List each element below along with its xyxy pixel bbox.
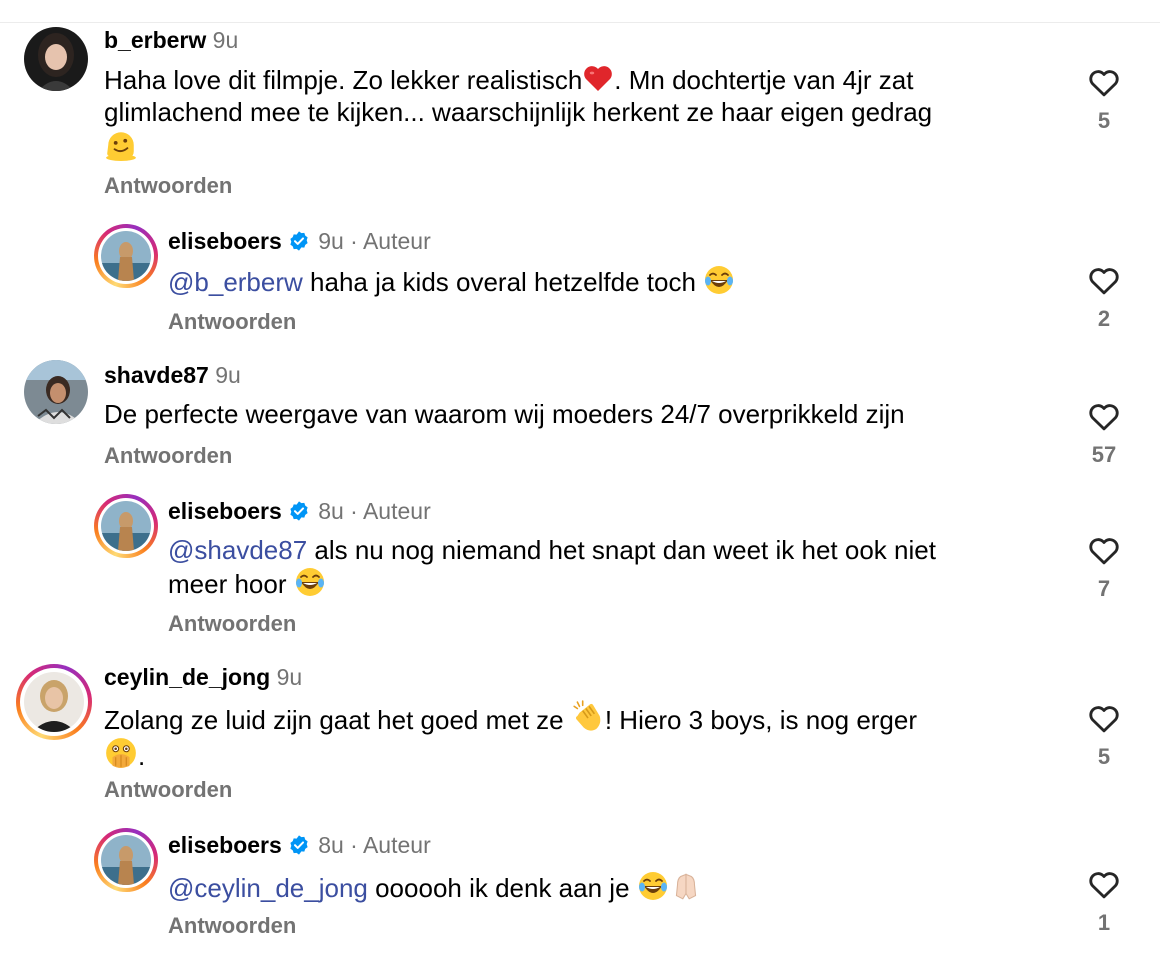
comment-meta: eliseboers 8u · Auteur [168, 496, 431, 526]
like-control: 57 [1084, 398, 1124, 468]
heart-icon[interactable] [1086, 866, 1122, 902]
like-count[interactable]: 5 [1084, 108, 1124, 134]
tears-of-joy-emoji-icon [294, 566, 326, 598]
heart-icon[interactable] [1086, 532, 1122, 568]
heart-icon[interactable] [1086, 398, 1122, 434]
comment-text: @ceylin_de_jong oooooh ik denk aan je [168, 868, 1048, 904]
username[interactable]: shavde87 [104, 362, 209, 388]
timestamp: 9u [215, 362, 241, 388]
melting-face-emoji-icon [104, 128, 138, 162]
comment-meta: ceylin_de_jong 9u [104, 662, 302, 692]
comment-meta: eliseboers 8u · Auteur [168, 830, 431, 860]
timestamp: 9u [318, 228, 344, 254]
author-label: Auteur [362, 498, 431, 524]
clapping-hands-emoji-icon [571, 700, 605, 734]
face-with-open-eyes-and-hand-over-mouth-emoji-icon [104, 736, 138, 770]
mention-link[interactable]: @shavde87 [168, 535, 307, 565]
comment-meta: shavde87 9u [104, 360, 241, 390]
heart-icon[interactable] [1086, 64, 1122, 100]
reply-button[interactable]: Antwoorden [168, 610, 296, 638]
comment-text: Zolang ze luid zijn gaat het goed met ze… [104, 700, 1064, 772]
username[interactable]: eliseboers [168, 832, 282, 858]
like-count[interactable]: 2 [1084, 306, 1124, 332]
comment-meta: eliseboers 9u · Auteur [168, 226, 431, 256]
like-count[interactable]: 5 [1084, 744, 1124, 770]
heart-emoji-icon [582, 62, 614, 94]
reply-button[interactable]: Antwoorden [168, 912, 296, 940]
tears-of-joy-emoji-icon [637, 870, 669, 902]
folded-hands-emoji-icon [669, 868, 703, 902]
like-count[interactable]: 7 [1084, 576, 1124, 602]
top-divider [0, 22, 1160, 23]
heart-icon[interactable] [1086, 262, 1122, 298]
like-control: 5 [1084, 700, 1124, 770]
like-count[interactable]: 1 [1084, 910, 1124, 936]
timestamp: 9u [212, 27, 239, 53]
avatar[interactable] [24, 27, 88, 91]
avatar-photo-icon [24, 27, 88, 91]
like-count[interactable]: 57 [1084, 442, 1124, 468]
avatar-photo-icon [101, 501, 151, 551]
meta-separator: · [350, 228, 358, 254]
reply-button[interactable]: Antwoorden [104, 172, 232, 200]
reply-button[interactable]: Antwoorden [168, 308, 296, 336]
avatar[interactable] [94, 224, 158, 288]
username[interactable]: ceylin_de_jong [104, 664, 270, 690]
avatar-photo-icon [101, 231, 151, 281]
reply-button[interactable]: Antwoorden [104, 442, 232, 470]
avatar[interactable] [94, 494, 158, 558]
tears-of-joy-emoji-icon [703, 264, 735, 296]
username[interactable]: eliseboers [168, 498, 282, 524]
comment-text: De perfecte weergave van waarom wij moed… [104, 399, 905, 429]
verified-badge-icon [288, 500, 310, 522]
heart-icon[interactable] [1086, 700, 1122, 736]
avatar[interactable] [24, 360, 88, 424]
timestamp: 9u [276, 664, 303, 690]
meta-separator: · [350, 498, 358, 524]
avatar-photo-icon [24, 672, 84, 732]
like-control: 1 [1084, 866, 1124, 936]
comment-text: @shavde87 als nu nog niemand het snapt d… [168, 535, 936, 599]
comment-meta: b_erberw 9u [104, 25, 238, 55]
like-control: 2 [1084, 262, 1124, 332]
comment-text: @b_erberw haha ja kids overal hetzelfde … [168, 264, 1048, 298]
like-control: 7 [1084, 532, 1124, 602]
timestamp: 8u [318, 498, 344, 524]
username[interactable]: b_erberw [104, 27, 206, 53]
meta-separator: · [350, 832, 358, 858]
timestamp: 8u [318, 832, 344, 858]
comment-text: Haha love dit filmpje. Zo lekker realist… [104, 62, 1064, 164]
avatar-photo-icon [24, 360, 88, 424]
author-label: Auteur [362, 832, 431, 858]
like-control: 5 [1084, 64, 1124, 134]
verified-badge-icon [288, 834, 310, 856]
avatar[interactable] [94, 828, 158, 892]
reply-button[interactable]: Antwoorden [104, 776, 232, 804]
verified-badge-icon [288, 230, 310, 252]
avatar[interactable] [16, 664, 92, 740]
username[interactable]: eliseboers [168, 228, 282, 254]
avatar-photo-icon [101, 835, 151, 885]
mention-link[interactable]: @ceylin_de_jong [168, 873, 368, 903]
author-label: Auteur [362, 228, 431, 254]
mention-link[interactable]: @b_erberw [168, 267, 303, 297]
